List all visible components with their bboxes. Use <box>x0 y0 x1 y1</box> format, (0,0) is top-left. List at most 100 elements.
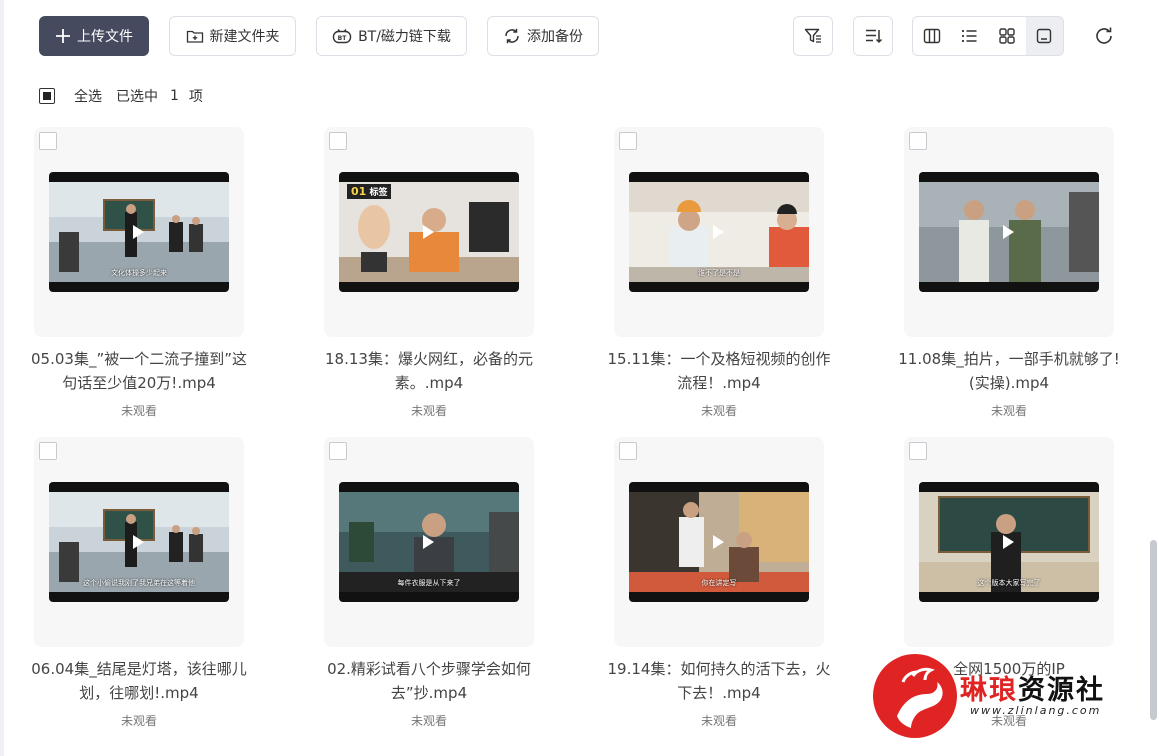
vertical-scrollbar[interactable] <box>1150 540 1157 720</box>
file-checkbox[interactable] <box>329 132 347 150</box>
add-backup-button[interactable]: 添加备份 <box>487 16 599 56</box>
upload-button[interactable]: 上传文件 <box>39 16 149 56</box>
file-checkbox[interactable] <box>329 442 347 460</box>
left-border <box>0 0 4 756</box>
sync-icon <box>505 28 519 44</box>
video-subtitle: 这个小偷说我刚了我兄弟在这等着他 <box>83 579 195 587</box>
file-tile[interactable]: 谁不了是不是 <box>614 127 824 337</box>
watch-status: 未观看 <box>700 714 737 728</box>
video-thumbnail[interactable]: 每件衣服是从下来了 <box>339 482 519 602</box>
play-icon <box>713 225 724 239</box>
grid-view-icon <box>999 28 1015 44</box>
episode-tag: 01 标签 <box>347 184 392 199</box>
file-checkbox[interactable] <box>619 132 637 150</box>
video-thumbnail[interactable] <box>919 172 1099 292</box>
file-tile[interactable]: 01 标签 <box>324 127 534 337</box>
bt-download-label: BT/磁力链下载 <box>358 29 451 45</box>
plus-icon <box>56 29 70 43</box>
selection-bar: 全选 已选中 1 项 <box>39 86 211 106</box>
watch-status: 未观看 <box>410 714 447 728</box>
file-card[interactable]: 你在讲定写 19.14集：如何持久的活下去，火下去！.mp4 未观看 <box>608 437 904 737</box>
video-thumbnail[interactable]: 文化体操多少起来 <box>49 172 229 292</box>
video-thumbnail[interactable]: 这个版本大家写完了 <box>919 482 1099 602</box>
watermark-brand: 琳琅资源社 <box>960 675 1105 706</box>
file-name[interactable]: 06.04集_结尾是灯塔，该往哪儿划，往哪划!.mp4 <box>24 657 254 705</box>
file-checkbox[interactable] <box>619 442 637 460</box>
play-icon <box>1003 225 1014 239</box>
filter-button[interactable] <box>793 16 833 56</box>
svg-text:BT: BT <box>338 35 348 42</box>
bt-icon: BT <box>332 29 352 44</box>
selected-suffix: 项 <box>188 89 203 105</box>
file-tile[interactable]: 这个版本大家写完了 <box>904 437 1114 647</box>
file-tile[interactable] <box>904 127 1114 337</box>
new-folder-button[interactable]: 新建文件夹 <box>169 16 296 56</box>
file-name[interactable]: 02.精彩试看八个步骤学会如何去”抄.mp4 <box>314 657 544 705</box>
file-tile[interactable]: 你在讲定写 <box>614 437 824 647</box>
sort-button[interactable] <box>853 16 893 56</box>
play-icon <box>423 535 434 549</box>
view-mode-group <box>912 16 1064 56</box>
column-view-icon <box>923 28 940 44</box>
column-view-button[interactable] <box>913 17 951 55</box>
file-name[interactable]: 15.11集：一个及格短视频的创作流程！.mp4 <box>604 347 834 395</box>
watch-status: 未观看 <box>120 714 157 728</box>
file-card[interactable]: 每件衣服是从下来了 02.精彩试看八个步骤学会如何去”抄.mp4 未观看 <box>324 437 614 737</box>
play-icon <box>423 225 434 239</box>
video-thumbnail[interactable]: 你在讲定写 <box>629 482 809 602</box>
file-checkbox[interactable] <box>909 442 927 460</box>
watermark-site: www.zlinlang.com <box>970 704 1102 717</box>
file-card[interactable]: 文化体操多少起来 05.03集_”被一个二流子撞到”这句话至少值20万!.mp4… <box>31 127 324 427</box>
video-thumbnail[interactable]: 这个小偷说我刚了我兄弟在这等着他 <box>49 482 229 602</box>
file-checkbox[interactable] <box>39 132 57 150</box>
large-view-button[interactable] <box>1025 17 1063 55</box>
video-thumbnail[interactable]: 01 标签 <box>339 172 519 292</box>
play-icon <box>713 535 724 549</box>
file-card[interactable]: 谁不了是不是 15.11集：一个及格短视频的创作流程！.mp4 未观看 <box>608 127 904 427</box>
file-card[interactable]: 01 标签 18.13集：爆火网红，必备的元素。.mp4 未观看 <box>324 127 614 427</box>
watch-status: 未观看 <box>990 404 1027 418</box>
play-icon <box>1003 535 1014 549</box>
bt-download-button[interactable]: BT BT/磁力链下载 <box>316 16 467 56</box>
video-subtitle: 每件衣服是从下来了 <box>397 579 461 587</box>
watermark: 琳琅资源社 www.zlinlang.com <box>870 650 1140 745</box>
file-tile[interactable]: 这个小偷说我刚了我兄弟在这等着他 <box>34 437 244 647</box>
watch-status: 未观看 <box>700 404 737 418</box>
folder-plus-icon <box>186 30 203 43</box>
play-icon <box>133 225 144 239</box>
select-all-checkbox[interactable] <box>39 88 55 104</box>
selected-prefix: 已选中 <box>116 89 158 105</box>
sort-icon <box>866 29 883 44</box>
file-checkbox[interactable] <box>909 132 927 150</box>
select-all-label[interactable]: 全选 <box>74 86 102 106</box>
watch-status: 未观看 <box>120 404 157 418</box>
video-subtitle: 谁不了是不是 <box>698 269 740 277</box>
video-subtitle: 这个版本大家写完了 <box>977 579 1041 587</box>
refresh-button[interactable] <box>1092 24 1116 48</box>
list-view-button[interactable] <box>951 17 989 55</box>
video-subtitle: 你在讲定写 <box>701 579 737 587</box>
file-name[interactable]: 18.13集：爆火网红，必备的元素。.mp4 <box>314 347 544 395</box>
list-view-icon <box>962 29 977 43</box>
watermark-logo-icon <box>873 654 957 738</box>
new-folder-label: 新建文件夹 <box>209 29 280 45</box>
play-icon <box>133 535 144 549</box>
file-tile[interactable]: 每件衣服是从下来了 <box>324 437 534 647</box>
file-card[interactable]: 11.08集_拍片，一部手机就够了!(实操).mp4 未观看 <box>898 127 1159 427</box>
file-name[interactable]: 05.03集_”被一个二流子撞到”这句话至少值20万!.mp4 <box>24 347 254 395</box>
refresh-icon <box>1096 27 1112 44</box>
grid-view-button[interactable] <box>988 17 1026 55</box>
add-backup-label: 添加备份 <box>527 29 583 45</box>
video-thumbnail[interactable]: 谁不了是不是 <box>629 172 809 292</box>
file-checkbox[interactable] <box>39 442 57 460</box>
file-card[interactable]: 这个小偷说我刚了我兄弟在这等着他 06.04集_结尾是灯塔，该往哪儿划，往哪划!… <box>31 437 324 737</box>
video-subtitle: 文化体操多少起来 <box>111 269 167 277</box>
upload-label: 上传文件 <box>77 29 133 45</box>
file-tile[interactable]: 文化体操多少起来 <box>34 127 244 337</box>
file-name[interactable]: 11.08集_拍片，一部手机就够了!(实操).mp4 <box>894 347 1124 395</box>
selected-count: 1 <box>170 88 179 104</box>
watch-status: 未观看 <box>410 404 447 418</box>
file-name[interactable]: 19.14集：如何持久的活下去，火下去！.mp4 <box>604 657 834 705</box>
large-view-icon <box>1037 28 1052 44</box>
filter-icon <box>804 28 821 43</box>
